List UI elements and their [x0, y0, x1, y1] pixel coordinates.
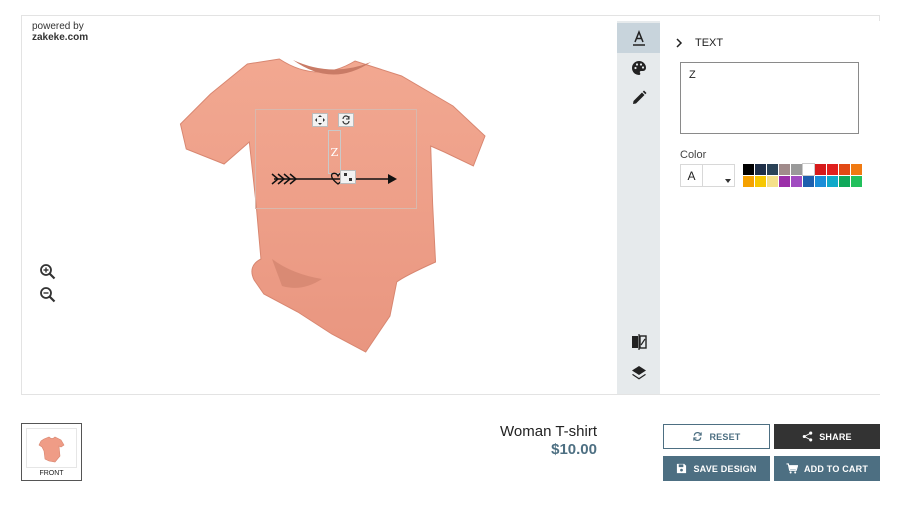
reset-button-label: RESET — [709, 431, 741, 442]
tshirt-thumbnail-image — [38, 436, 65, 463]
color-swatch[interactable] — [755, 164, 766, 175]
move-icon — [315, 115, 325, 125]
text-tool-button[interactable] — [617, 23, 660, 53]
color-swatch[interactable] — [815, 176, 826, 187]
text-section-header[interactable]: TEXT — [675, 37, 723, 49]
thumbnail-image — [26, 428, 77, 468]
save-icon — [677, 463, 687, 474]
color-picker-dropdown[interactable]: A — [680, 164, 735, 187]
rotate-icon — [342, 115, 350, 125]
color-label: Color — [680, 149, 707, 161]
color-swatch[interactable] — [851, 164, 862, 175]
add-to-cart-button[interactable]: ADD TO CART — [774, 456, 880, 481]
color-swatch[interactable] — [827, 164, 838, 175]
save-design-button[interactable]: SAVE DESIGN — [663, 456, 770, 481]
move-handle[interactable] — [312, 113, 328, 127]
color-swatch-grid — [743, 163, 862, 187]
color-swatch[interactable] — [851, 176, 862, 187]
product-name: Woman T-shirt — [500, 423, 597, 440]
share-icon — [802, 431, 813, 442]
text-section-title: TEXT — [695, 37, 724, 49]
text-format-icon — [632, 30, 645, 46]
front-side-thumbnail[interactable]: FRONT — [21, 423, 82, 481]
color-tool-button[interactable] — [617, 53, 660, 83]
dropdown-arrow — [703, 165, 734, 186]
share-button-label: SHARE — [819, 431, 852, 442]
layers-tool-button[interactable] — [617, 358, 660, 388]
compare-tool-button[interactable] — [617, 327, 660, 357]
pencil-icon — [632, 90, 646, 104]
save-design-button-label: SAVE DESIGN — [693, 463, 757, 474]
color-swatch[interactable] — [767, 176, 778, 187]
zoom-in-icon — [40, 264, 56, 280]
product-canvas[interactable]: Z — [22, 16, 617, 394]
color-swatch[interactable] — [802, 163, 815, 176]
zoom-out-icon — [40, 287, 56, 303]
compare-icon — [631, 334, 647, 350]
layers-icon — [631, 366, 646, 380]
add-to-cart-button-label: ADD TO CART — [803, 463, 869, 474]
text-input[interactable] — [680, 62, 859, 134]
tool-sidebar — [617, 21, 660, 394]
color-swatch[interactable] — [743, 164, 754, 175]
chevron-down-icon — [725, 179, 731, 183]
color-swatch[interactable] — [839, 164, 850, 175]
color-swatch[interactable] — [779, 164, 790, 175]
refresh-icon — [693, 432, 703, 441]
color-swatch[interactable] — [827, 176, 838, 187]
design-text-value: Z — [330, 145, 339, 159]
zoom-out-button[interactable] — [39, 286, 57, 304]
design-text-element[interactable]: Z — [328, 130, 341, 174]
color-swatch[interactable] — [791, 176, 802, 187]
chevron-right-icon — [676, 38, 683, 48]
color-swatch[interactable] — [755, 176, 766, 187]
color-picker-letter: A — [681, 165, 703, 186]
product-price: $10.00 — [551, 441, 597, 458]
color-swatch[interactable] — [791, 164, 802, 175]
arrow-graphic[interactable] — [270, 171, 400, 187]
text-panel: TEXT Color A — [660, 21, 880, 394]
color-swatch[interactable] — [767, 164, 778, 175]
side-label: FRONT — [39, 470, 64, 477]
color-swatch[interactable] — [803, 176, 814, 187]
color-swatch[interactable] — [743, 176, 754, 187]
resize-icon — [344, 173, 352, 181]
reset-button[interactable]: RESET — [663, 424, 770, 449]
cart-icon — [786, 463, 798, 474]
zoom-in-button[interactable] — [39, 263, 57, 281]
draw-tool-button[interactable] — [617, 83, 660, 113]
palette-icon — [631, 61, 646, 75]
color-swatch[interactable] — [839, 176, 850, 187]
color-swatch[interactable] — [779, 176, 790, 187]
color-swatch[interactable] — [815, 164, 826, 175]
designer-area: powered by zakeke.com Z TEXT Z Color A — [21, 15, 880, 395]
rotate-handle[interactable] — [338, 113, 354, 127]
resize-handle[interactable] — [340, 170, 356, 184]
share-button[interactable]: SHARE — [774, 424, 880, 449]
